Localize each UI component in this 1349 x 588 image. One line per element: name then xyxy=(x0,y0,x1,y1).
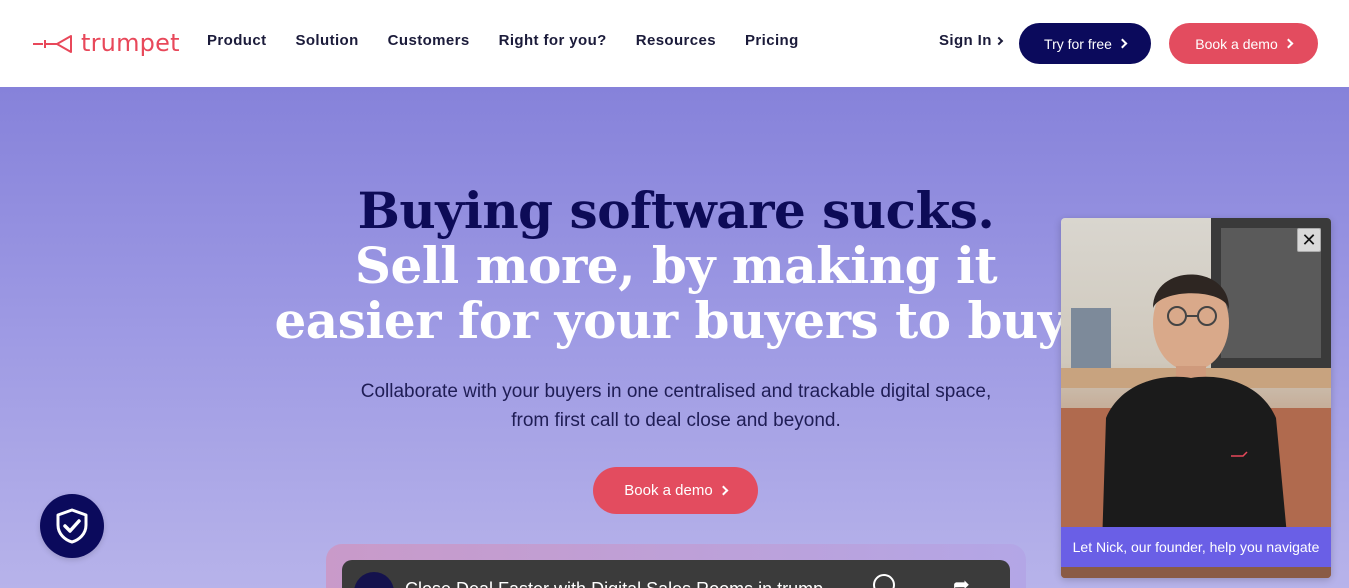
trumpet-logo[interactable]: trumpet xyxy=(31,28,180,58)
nav-pricing[interactable]: Pricing xyxy=(745,32,799,49)
video-player[interactable]: Close Deal Faster with Digital Sales Roo… xyxy=(342,560,1010,588)
nav-product[interactable]: Product xyxy=(207,32,266,49)
close-icon[interactable]: ✕ xyxy=(1297,228,1321,252)
book-demo-button-hero[interactable]: Book a demo xyxy=(593,467,758,514)
founder-caption[interactable]: Let Nick, our founder, help you navigate xyxy=(1061,527,1331,567)
nav-solution[interactable]: Solution xyxy=(295,32,358,49)
channel-avatar[interactable] xyxy=(354,572,394,588)
video-title[interactable]: Close Deal Faster with Digital Sales Roo… xyxy=(405,579,838,588)
nav-resources[interactable]: Resources xyxy=(636,32,716,49)
nav-customers[interactable]: Customers xyxy=(388,32,470,49)
subtext-line-1: Collaborate with your buyers in one cent… xyxy=(360,381,992,402)
share-icon[interactable]: ➦ xyxy=(953,574,975,588)
subtext-line-2: from first call to deal close and beyond… xyxy=(511,410,841,431)
chevron-right-icon xyxy=(718,485,729,496)
chevron-right-icon xyxy=(1283,38,1294,49)
clock-icon[interactable] xyxy=(873,574,895,588)
founder-video-bottom xyxy=(1061,567,1331,578)
try-for-free-label: Try for free xyxy=(1044,35,1112,52)
security-badge-button[interactable] xyxy=(40,494,104,558)
chevron-right-icon xyxy=(1117,38,1128,49)
trumpet-icon xyxy=(33,35,72,53)
sign-in-link[interactable]: Sign In xyxy=(939,32,1004,49)
hero-cta-label: Book a demo xyxy=(624,482,713,499)
nav-right-for-you[interactable]: Right for you? xyxy=(499,32,607,49)
book-demo-button-nav[interactable]: Book a demo xyxy=(1169,23,1318,64)
founder-video-widget[interactable]: ✕ Let Nick, our founder, help you naviga… xyxy=(1061,218,1331,578)
founder-video-thumbnail xyxy=(1061,218,1331,578)
try-for-free-button[interactable]: Try for free xyxy=(1019,23,1151,64)
shield-check-icon xyxy=(56,508,88,544)
top-navbar: trumpet Product Solution Customers Right… xyxy=(0,0,1349,87)
logo-text: trumpet xyxy=(81,29,180,57)
sign-in-label: Sign In xyxy=(939,32,992,49)
chevron-right-icon xyxy=(994,36,1004,45)
main-nav: Product Solution Customers Right for you… xyxy=(207,32,828,49)
book-demo-label: Book a demo xyxy=(1195,35,1278,52)
